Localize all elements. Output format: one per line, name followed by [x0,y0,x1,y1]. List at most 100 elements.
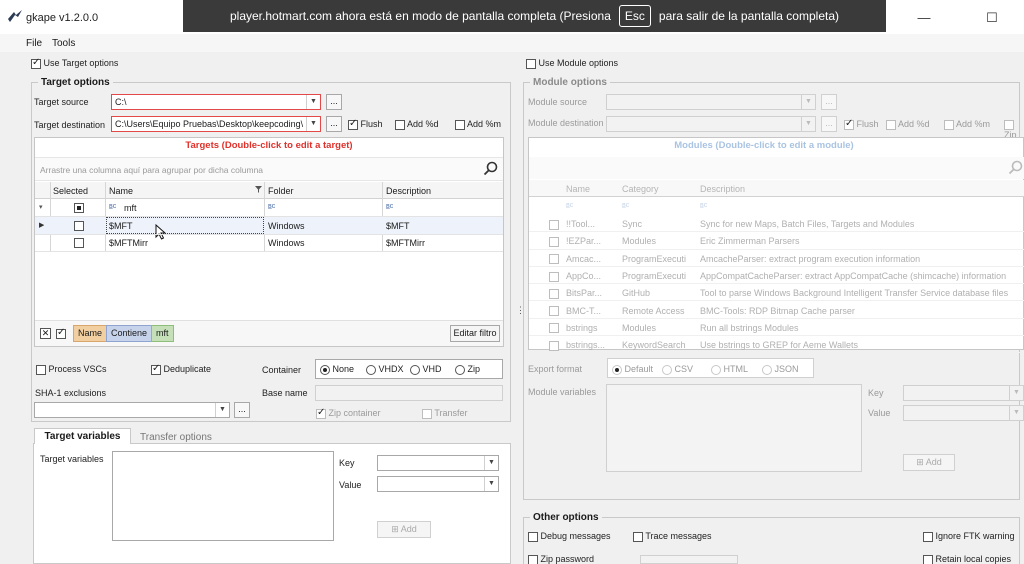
module-source-combo[interactable]: ▼ [606,94,816,110]
process-vscs-option[interactable]: Process VSCs [36,364,107,375]
module-table-row[interactable]: !EZPar... Modules Eric Zimmerman Parsers [529,232,1024,250]
target-destination-combo[interactable]: C:\Users\Equipo Pruebas\Desktop\keepcodi… [111,116,321,132]
zip-password-option[interactable]: Zip password [528,554,594,564]
chevron-down-icon[interactable]: ▼ [306,95,320,109]
search-icon[interactable] [1008,160,1024,176]
module-row-checkbox[interactable] [549,306,559,317]
module-column-description[interactable]: Description [700,184,745,194]
zip-password-input[interactable] [640,555,738,564]
module-table-row[interactable]: !!Tool... Sync Sync for new Maps, Batch Fi… [529,215,1024,233]
retain-local-copies-checkbox[interactable] [923,554,933,564]
splitter-handle[interactable]: ⋮ [516,306,525,322]
module-row-checkbox[interactable] [549,271,559,282]
menu-file[interactable]: File [26,38,42,49]
module-variables-list[interactable] [606,384,862,472]
target-source-combo[interactable]: C:\ ▼ [111,94,321,110]
zip-container-option[interactable]: Zip container [316,407,381,419]
column-header-folder[interactable]: Folder [268,186,294,196]
select-all-checkbox[interactable] [74,203,84,213]
process-vscs-checkbox[interactable] [36,364,46,375]
row-selected-checkbox[interactable] [74,237,84,248]
module-column-name[interactable]: Name [566,184,590,194]
filter-icon[interactable] [255,186,262,193]
menu-tools[interactable]: Tools [52,38,75,49]
module-row-checkbox[interactable] [549,288,559,299]
module-table-row[interactable]: bstrings... KeywordSearch Use bstrings to … [529,336,1024,354]
export-csv-option[interactable]: CSV [662,364,693,375]
module-destination-combo[interactable]: ▼ [606,116,816,132]
export-json-option[interactable]: JSON [762,364,799,375]
target-flush-option[interactable]: Flush [348,118,383,130]
chevron-down-icon[interactable]: ▼ [1009,406,1023,420]
module-row-checkbox[interactable] [549,323,559,334]
target-destination-browse-button[interactable]: ... [326,116,342,132]
module-add-m-checkbox[interactable] [944,119,954,130]
module-key-combo[interactable]: ▼ [903,385,1024,401]
base-name-input[interactable] [315,385,503,401]
module-add-m-option[interactable]: Add %m [944,119,990,130]
zip-password-checkbox[interactable] [528,554,538,564]
deduplicate-option[interactable]: Deduplicate [151,363,211,375]
chevron-down-icon[interactable]: ▼ [1009,386,1023,400]
tab-transfer-options[interactable]: Transfer options [140,432,212,443]
target-source-browse-button[interactable]: ... [326,94,342,110]
transfer-option[interactable]: Transfer [422,408,468,419]
deduplicate-checkbox[interactable] [151,363,161,375]
module-add-d-option[interactable]: Add %d [886,119,930,130]
target-add-m-checkbox[interactable] [455,119,465,130]
module-row-checkbox[interactable] [549,340,559,351]
sha1-browse-button[interactable]: ... [234,402,250,418]
sha1-exclusions-combo[interactable]: ▼ [34,402,230,418]
module-flush-option[interactable]: Flush [844,118,879,130]
module-table-row[interactable]: bstrings Modules Run all bstrings Modules [529,319,1024,337]
module-value-combo[interactable]: ▼ [903,405,1024,421]
trace-messages-option[interactable]: Trace messages [633,531,712,542]
target-flush-checkbox[interactable] [348,118,358,130]
filter-tag-operator[interactable]: Contiene [106,325,153,342]
export-html-option[interactable]: HTML [711,364,748,375]
debug-messages-option[interactable]: Debug messages [528,531,611,542]
module-table-row[interactable]: Amcac... ProgramExecuti AmcacheParser: ext… [529,250,1024,267]
module-table-row[interactable]: BMC-T... Remote Access BMC-Tools: RDP Bitm… [529,302,1024,319]
search-icon[interactable] [483,161,499,177]
target-add-button[interactable]: ⊞ Add [377,521,431,538]
module-row-checkbox[interactable] [549,219,559,230]
maximize-button[interactable]: ☐ [972,6,1012,30]
container-vhd-option[interactable]: VHD [410,364,442,375]
use-module-checkbox[interactable] [526,58,536,69]
filter-tag-value[interactable]: mft [151,325,174,342]
column-header-name[interactable]: Name [109,186,133,196]
retain-local-copies-option[interactable]: Retain local copies [923,554,1011,564]
column-header-description[interactable]: Description [386,186,431,196]
minimize-button[interactable]: — [904,6,944,30]
chevron-down-icon[interactable]: ▼ [801,95,815,109]
module-table-row[interactable]: BitsPar... GitHub Tool to parse Windows Ba… [529,284,1024,302]
use-target-options[interactable]: Use Target options [31,57,118,69]
target-add-d-option[interactable]: Add %d [395,119,439,130]
target-value-combo[interactable]: ▼ [377,476,499,492]
transfer-checkbox[interactable] [422,408,432,419]
name-filter-input[interactable]: mft [124,203,137,213]
chevron-down-icon[interactable]: ▼ [215,403,229,417]
chevron-down-icon[interactable]: ▼ [306,117,320,131]
module-add-d-checkbox[interactable] [886,119,896,130]
module-source-browse-button[interactable]: ... [821,94,837,110]
use-module-options[interactable]: Use Module options [526,58,618,69]
column-header-selected[interactable]: Selected [53,186,88,196]
target-add-m-option[interactable]: Add %m [455,119,501,130]
module-add-button[interactable]: ⊞ Add [903,454,955,471]
target-add-d-checkbox[interactable] [395,119,405,130]
clear-filter-icon[interactable]: ✕ [40,328,51,339]
debug-messages-checkbox[interactable] [528,531,538,542]
container-none-option[interactable]: None [320,364,354,375]
module-table-row[interactable]: AppCo... ProgramExecuti AppCompatCachePars… [529,267,1024,285]
chevron-down-icon[interactable]: ▼ [484,477,498,491]
ignore-ftk-checkbox[interactable] [923,531,933,542]
export-default-option[interactable]: Default [612,364,653,375]
tab-target-variables[interactable]: Target variables [34,428,131,444]
module-flush-checkbox[interactable] [844,118,854,130]
trace-messages-checkbox[interactable] [633,531,643,542]
use-target-checkbox[interactable] [31,57,41,69]
row-selected-checkbox[interactable] [74,220,84,231]
target-key-combo[interactable]: ▼ [377,455,499,471]
